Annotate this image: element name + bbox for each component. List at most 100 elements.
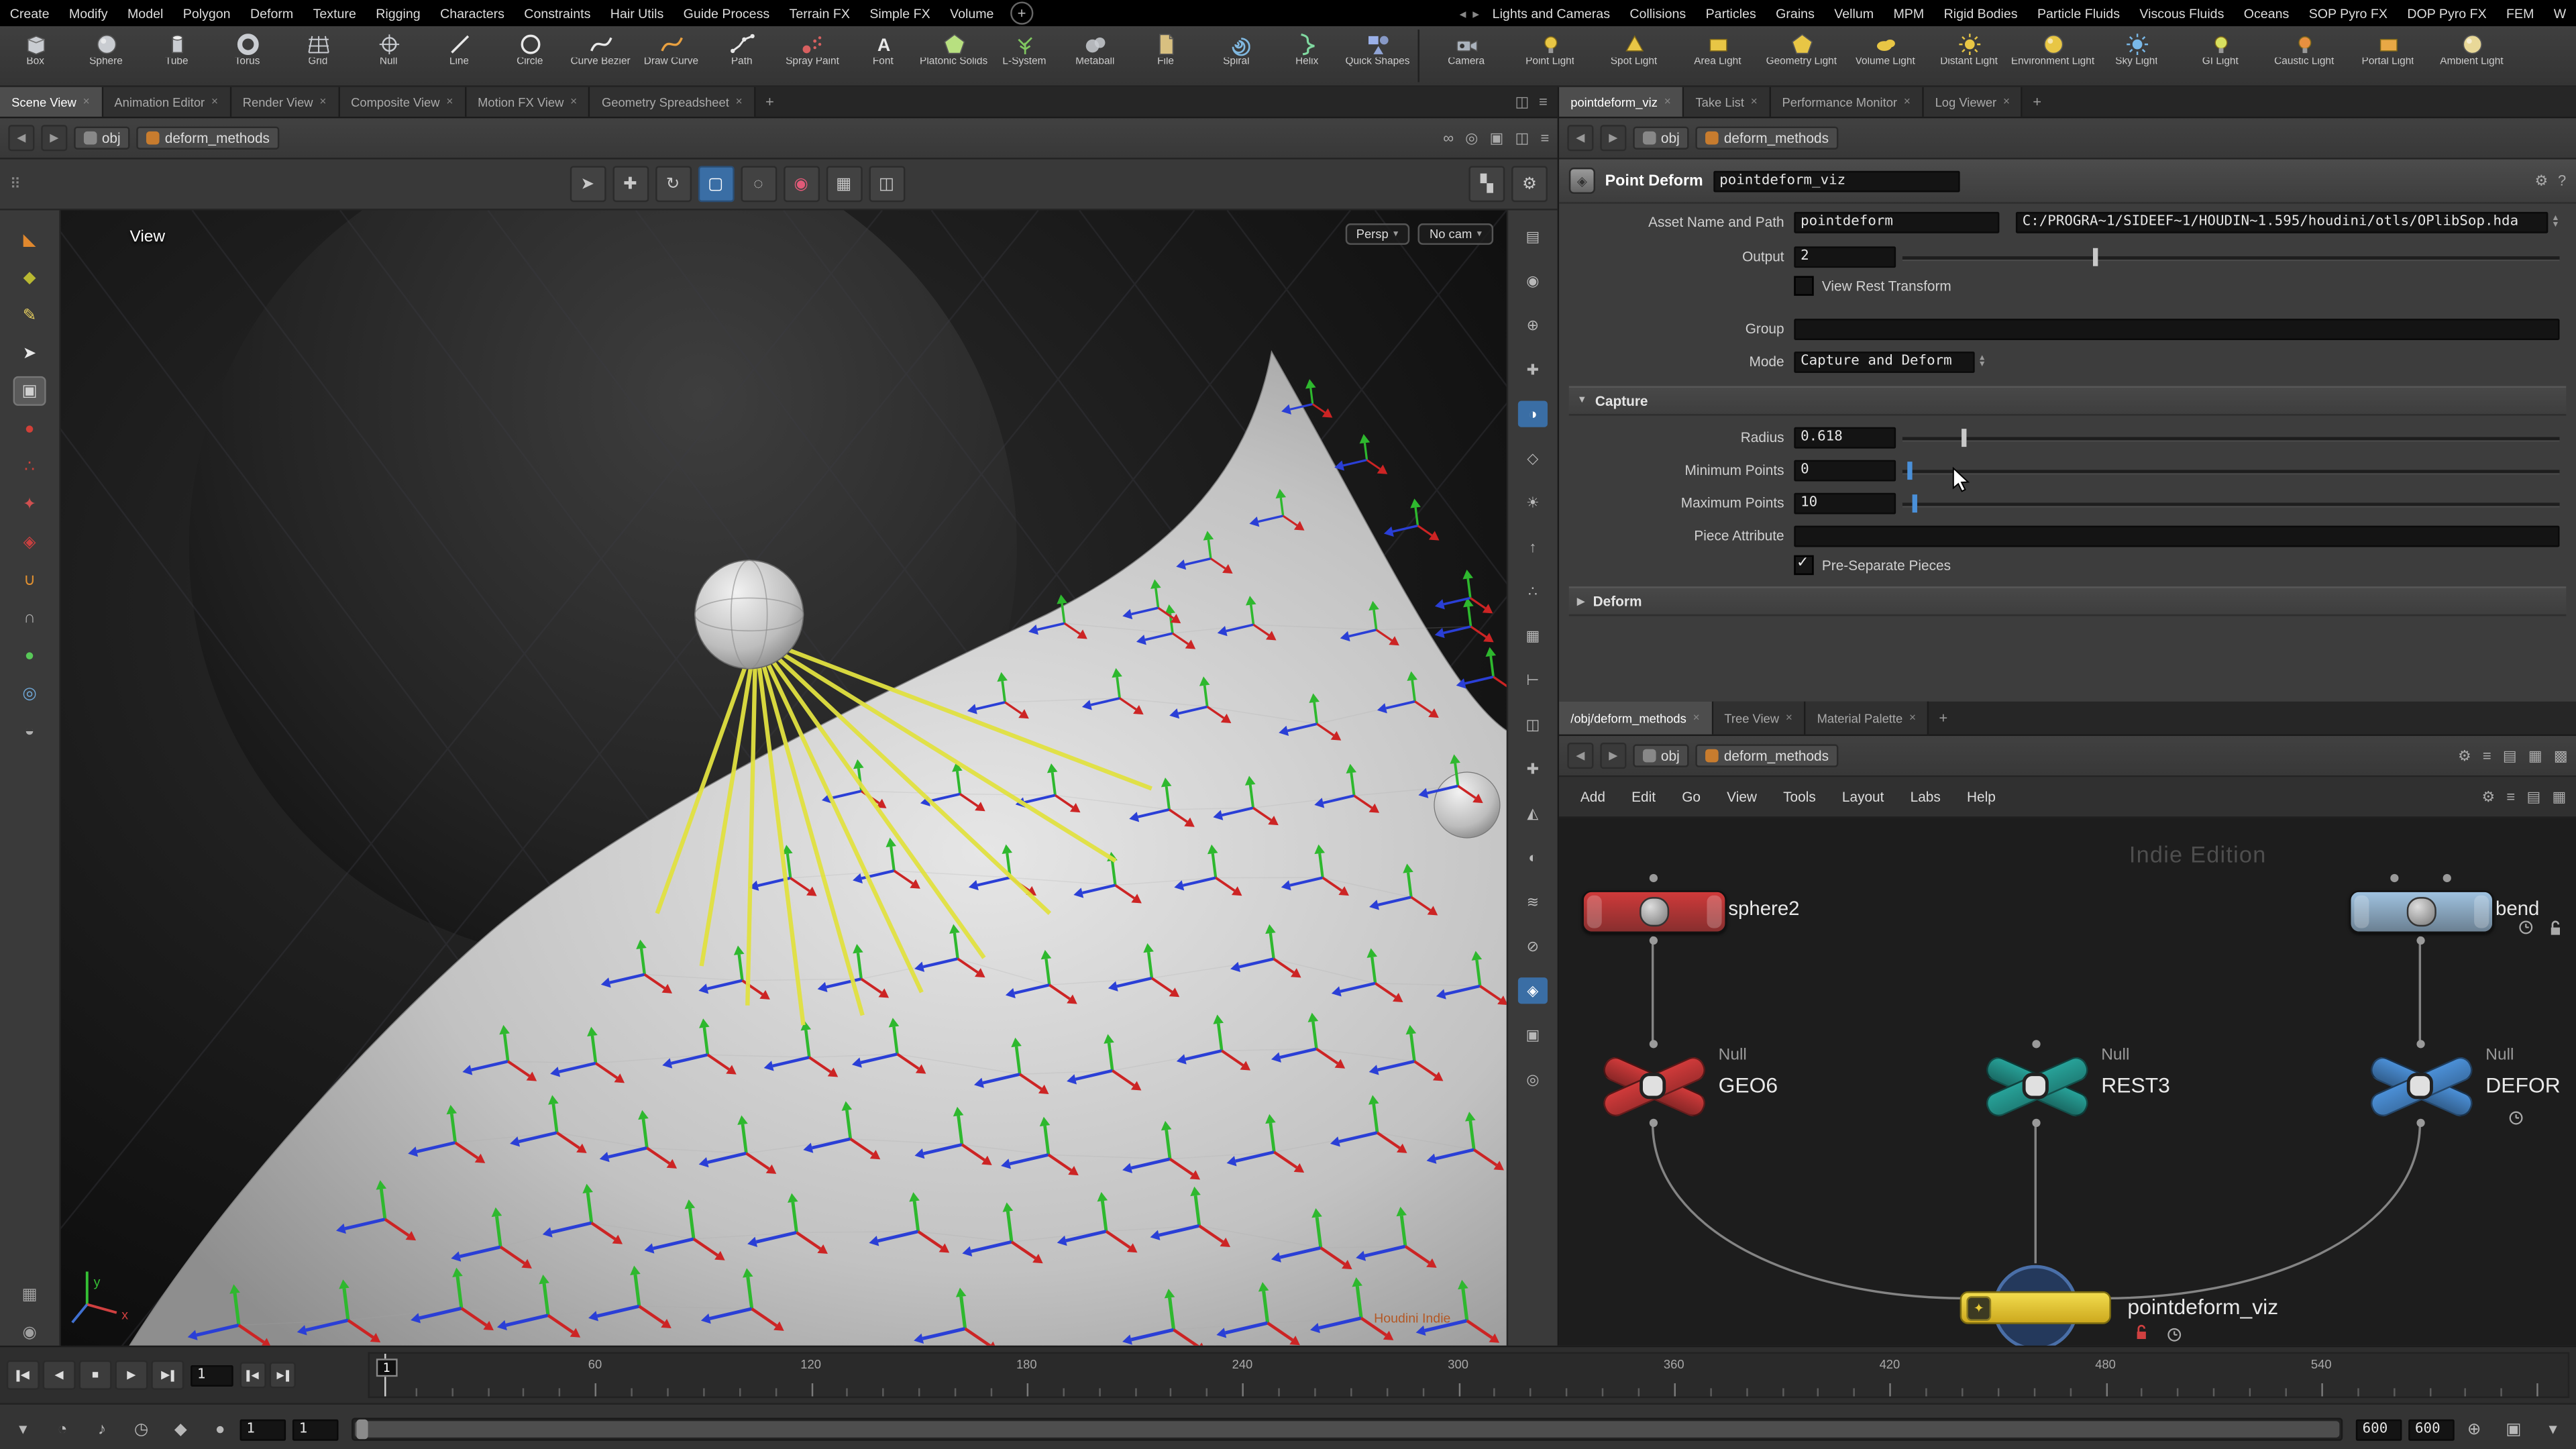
character-icon[interactable]: ✦ [15, 491, 44, 517]
scatter-points-icon[interactable]: ∴ [15, 453, 44, 480]
new-tab-button[interactable]: + [755, 87, 784, 117]
display-flag-icon[interactable]: ✦ [1966, 1295, 1991, 1320]
menu-modify[interactable]: Modify [59, 6, 117, 21]
menu-polygon[interactable]: Polygon [173, 6, 240, 21]
shelf-tool-torus[interactable]: Torus [212, 26, 282, 85]
frame-ruler[interactable]: 1 60120180240300360420480540 [368, 1352, 2570, 1399]
list-view-icon[interactable]: ≡ [2483, 747, 2491, 763]
tab-material-palette[interactable]: Material Palette× [1805, 702, 1929, 735]
menu-sop-pyro-fx[interactable]: SOP Pyro FX [2299, 6, 2398, 21]
tab-close-icon[interactable]: × [570, 96, 577, 107]
mode-dropdown[interactable] [1794, 351, 1974, 372]
home-view-icon[interactable]: ⊕ [1518, 312, 1548, 338]
link-pane-icon[interactable]: ∞ [1443, 129, 1454, 146]
tab-close-icon[interactable]: × [2003, 96, 2010, 107]
update-mode-icon[interactable]: ▾ [2540, 1416, 2566, 1442]
stop-button[interactable]: ■ [79, 1360, 112, 1390]
menu-terrain-fx[interactable]: Terrain FX [780, 6, 860, 21]
radius-slider[interactable] [1902, 427, 2560, 448]
net-menu-go[interactable]: Go [1670, 786, 1712, 808]
tab-pointdeform-viz[interactable]: pointdeform_viz× [1559, 87, 1684, 117]
gear-icon[interactable]: ⚙ [2535, 172, 2548, 190]
range-end-field[interactable] [2356, 1419, 2402, 1440]
network-tools-icon[interactable]: ⚙ [2458, 747, 2471, 765]
shelf-tool-environment-light[interactable]: Environment Light [2011, 26, 2095, 85]
tab-render-view[interactable]: Render View× [231, 87, 339, 117]
breadcrumb-node[interactable]: deform_methods [1696, 744, 1839, 767]
menu-deform[interactable]: Deform [240, 6, 303, 21]
range-end-sub-field[interactable] [2408, 1419, 2455, 1440]
shelf-tool-distant-light[interactable]: Distant Light [1927, 26, 2011, 85]
no-cam-button[interactable]: No cam [1418, 223, 1493, 245]
tab-close-icon[interactable]: × [1786, 712, 1792, 724]
select-arrow-icon[interactable]: ➤ [15, 340, 44, 366]
net-menu-labs[interactable]: Labs [1898, 786, 1951, 808]
tab-close-icon[interactable]: × [1664, 96, 1671, 107]
shelf-tool-grid[interactable]: Grid [282, 26, 353, 85]
tab-close-icon[interactable]: × [319, 96, 326, 107]
move-handle-icon[interactable]: ✚ [612, 166, 648, 202]
template-grid-icon[interactable]: ▦ [15, 1281, 44, 1307]
lasso-select-icon[interactable]: ◌ [740, 166, 776, 202]
menu-rigid-bodies[interactable]: Rigid Bodies [1934, 6, 2027, 21]
shelf-tool-curve-bezier[interactable]: Curve Bezier [565, 26, 635, 85]
menu-particle-fluids[interactable]: Particle Fluids [2027, 6, 2129, 21]
list-icon[interactable]: ≡ [2506, 788, 2515, 806]
forward-button[interactable]: ▶ [1600, 743, 1626, 769]
shelf-tools-icon[interactable]: ◣ [15, 227, 44, 253]
prev-frame-button[interactable]: ◀ [43, 1360, 76, 1390]
shelf-tool-quick-shapes[interactable]: Quick Shapes [1342, 26, 1413, 85]
forward-button[interactable]: ▶ [1600, 125, 1626, 151]
grid-icon[interactable]: ▦ [2552, 788, 2566, 806]
menu-dop-pyro-fx[interactable]: DOP Pyro FX [2398, 6, 2497, 21]
frame-range-slider[interactable] [352, 1417, 2343, 1440]
pane-split-icon[interactable]: ◫ [1515, 93, 1529, 111]
tab-close-icon[interactable]: × [1693, 712, 1700, 724]
shelf-tool-l-system[interactable]: L-System [989, 26, 1059, 85]
shelf-tool-spray-paint[interactable]: Spray Paint [777, 26, 847, 85]
rotate-handle-icon[interactable]: ↻ [655, 166, 691, 202]
breadcrumb-obj[interactable]: obj [1633, 127, 1689, 150]
radius-field[interactable] [1794, 427, 1896, 448]
snapshot-icon[interactable]: ▣ [1489, 129, 1503, 147]
menu-w[interactable]: W [2544, 6, 2576, 21]
mirror-icon[interactable]: ◫ [1518, 711, 1548, 737]
menu-lights-and-cameras[interactable]: Lights and Cameras [1483, 6, 1620, 21]
back-button[interactable]: ◀ [8, 125, 34, 151]
shelf-tool-tube[interactable]: Tube [142, 26, 212, 85]
thumb-view-icon[interactable]: ▩ [2554, 747, 2568, 765]
asset-spinner[interactable]: ▲▼ [2551, 215, 2559, 229]
menu-guide-process[interactable]: Guide Process [674, 6, 780, 21]
visibility-icon[interactable]: ◉ [15, 1320, 44, 1346]
tab-obj-deform-methods[interactable]: /obj/deform_methods× [1559, 702, 1713, 735]
net-menu-tools[interactable]: Tools [1772, 786, 1827, 808]
shelf-tool-metaball[interactable]: Metaball [1060, 26, 1130, 85]
breadcrumb-obj[interactable]: obj [1633, 744, 1689, 767]
max-points-slider[interactable] [1902, 492, 2560, 513]
range-start-field[interactable] [240, 1419, 286, 1440]
menu-simple-fx[interactable]: Simple FX [860, 6, 941, 21]
shelf-tool-sphere[interactable]: Sphere [70, 26, 141, 85]
mode-spinner[interactable]: ▲▼ [1978, 355, 1986, 368]
breadcrumb-node[interactable]: deform_methods [1696, 127, 1839, 150]
group-field[interactable] [1794, 318, 2559, 339]
tab-close-icon[interactable]: × [1751, 96, 1758, 107]
shelf-tool-portal-light[interactable]: Portal Light [2346, 26, 2430, 85]
follow-selection-icon[interactable]: ◎ [1465, 129, 1478, 147]
viewport-3d[interactable]: y x View Persp No cam Houdini Indie [61, 210, 1507, 1345]
shelf-tool-platonic-solids[interactable]: Platonic Solids [918, 26, 989, 85]
shelf-tool-geometry-light[interactable]: Geometry Light [1760, 26, 1843, 85]
tab-tree-view[interactable]: Tree View× [1713, 702, 1805, 735]
auto-key-icon[interactable]: ● [207, 1416, 233, 1442]
edit-pencil-icon[interactable]: ✎ [15, 303, 44, 329]
net-menu-view[interactable]: View [1715, 786, 1768, 808]
box-handle-icon[interactable]: ▣ [15, 378, 44, 404]
range-handle[interactable] [356, 1419, 368, 1439]
lighting-icon[interactable]: ☀ [1518, 490, 1548, 516]
playback-menu-icon[interactable]: ▾ [10, 1416, 36, 1442]
shelf-tool-draw-curve[interactable]: Draw Curve [636, 26, 706, 85]
menu-vellum[interactable]: Vellum [1825, 6, 1884, 21]
visualizers-icon[interactable]: ◭ [1518, 800, 1548, 826]
teapot-icon[interactable]: ◒ [15, 718, 44, 744]
min-points-slider[interactable] [1902, 459, 2560, 480]
